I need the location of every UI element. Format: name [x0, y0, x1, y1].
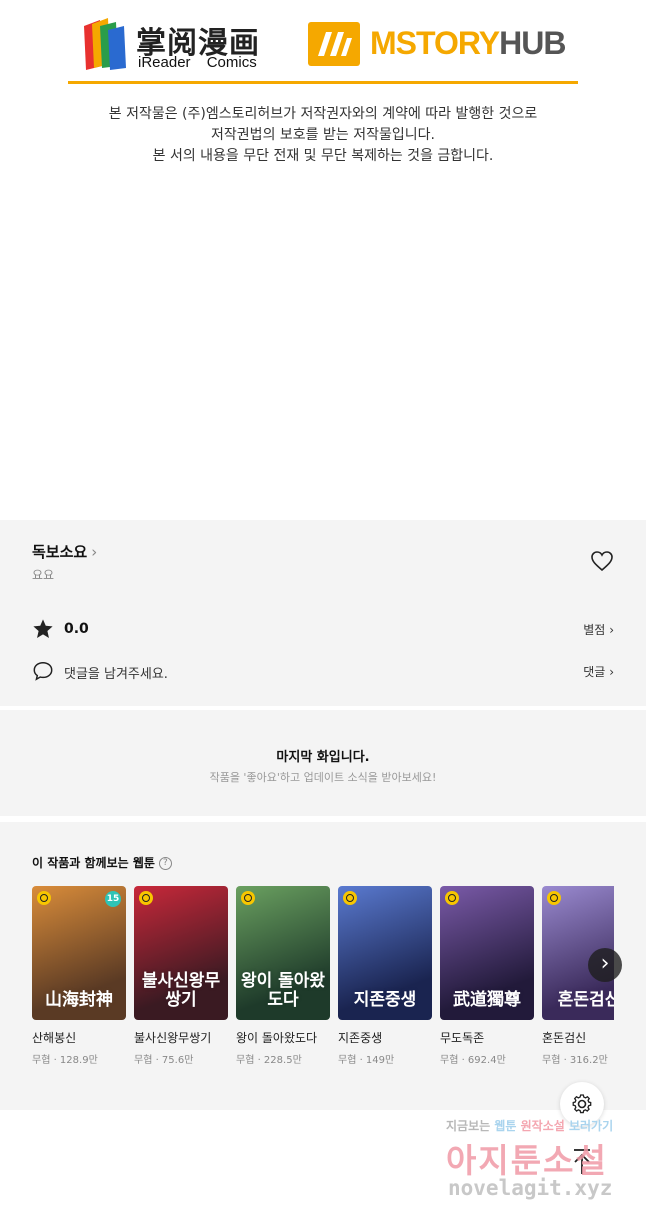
webtoon-title[interactable]: 무도독존	[440, 1029, 534, 1046]
chevron-right-icon: ›	[609, 665, 614, 679]
webtoon-meta: 무협 · 692.4만	[440, 1055, 506, 1066]
notice-line: 본 저작물은 (주)엠스토리허브가 저작권자와의 계약에 따라 발행한 것으로	[108, 106, 538, 122]
webtoon-cover[interactable]: 15 山海封神	[32, 886, 126, 1020]
rating-value: 0.0	[64, 621, 89, 637]
webtoon-card[interactable]: 불사신왕무쌍기 불사신왕무쌍기 무협 · 75.6만	[134, 886, 228, 1066]
carousel-next-button[interactable]: ›	[588, 948, 622, 982]
cover-title-art: 武道獨尊	[453, 990, 521, 1010]
wait-free-clock-icon	[445, 891, 459, 905]
webtoon-title[interactable]: 지존중생	[338, 1029, 432, 1046]
wait-free-clock-icon	[343, 891, 357, 905]
wait-free-clock-icon	[547, 891, 561, 905]
work-info-panel: 독보소요 › 요요 0.0 별점 › 댓글을 남겨주세요. 댓글 ›	[0, 520, 646, 706]
chevron-right-icon: ›	[609, 623, 614, 637]
webtoon-card[interactable]: 15 山海封神 산해봉신무협 · 128.9만	[32, 886, 126, 1066]
watermark-url: novelagit.xyz	[448, 1176, 613, 1200]
webtoon-card[interactable]: 武道獨尊 무도독존무협 · 692.4만	[440, 886, 534, 1066]
recommendation-heading: 이 작품과 함께보는 웹툰?	[32, 854, 172, 871]
cover-title-art: 혼돈검신	[557, 990, 614, 1010]
notice-line: 본 서의 내용을 무단 전재 및 무단 복제하는 것을 금합니다.	[152, 148, 494, 164]
mstoryhub-logo: MSTORYHUB	[308, 22, 578, 66]
cover-title-art: 지존중생	[353, 990, 417, 1010]
webtoon-cover[interactable]: 지존중생	[338, 886, 432, 1020]
webtoon-title[interactable]: 왕이 돌아왔도다	[236, 1029, 330, 1046]
webtoon-cover[interactable]: 왕이 돌아왔도다	[236, 886, 330, 1020]
cover-title-art: 왕이 돌아왔도다	[240, 971, 326, 1010]
mstory-text: MSTORY	[370, 25, 500, 61]
recommendation-carousel: 15 山海封神 산해봉신 무협 · 128.9만 불사신왕무쌍기 불사신왕무쌍기 무협 · …	[32, 886, 614, 1086]
rate-link[interactable]: 별점 ›	[583, 621, 614, 638]
webtoon-title[interactable]: 불사신왕무쌍기	[134, 1029, 228, 1046]
work-title-link[interactable]: 독보소요 ›	[32, 541, 97, 562]
copyright-notice: 본 저작물은 (주)엠스토리허브가 저작권자와의 계약에 따라 발행한 것으로 …	[0, 104, 646, 167]
notice-line: 저작권법의 보호를 받는 저작물입니다.	[211, 127, 435, 143]
watermark-caption-part: 원작소설	[520, 1119, 569, 1133]
watermark-caption-part: 지금보는	[446, 1119, 495, 1133]
webtoon-card[interactable]: 지존중생 지존중생 무협 · 149만	[338, 886, 432, 1066]
cover-title-art: 불사신왕무쌍기	[141, 971, 221, 1010]
help-icon[interactable]: ?	[158, 857, 172, 870]
watermark-caption-part: 보러가기	[568, 1119, 614, 1133]
hub-text: HUB	[499, 25, 566, 61]
recommendation-panel: 이 작품과 함께보는 웹툰? 15 山海封神 산해봉신무협 · 128.9만 불사신왕…	[0, 822, 646, 1110]
last-episode-subtitle: 작품을 '좋아요'하고 업데이트 소식을 받아보세요!	[209, 771, 437, 784]
comment-bubble-icon	[33, 662, 53, 681]
wait-free-clock-icon	[241, 891, 255, 905]
webtoon-card[interactable]: 왕이 돌아왔도다 왕이 돌아왔도다 무협 · 228.5만	[236, 886, 330, 1066]
work-title: 독보소요	[32, 543, 88, 561]
wait-free-clock-icon	[139, 891, 153, 905]
age-rating-badge: 15	[105, 891, 121, 907]
webtoon-meta: 무협 · 228.5만	[236, 1055, 302, 1066]
mstoryhub-wordmark: MSTORYHUB	[370, 25, 566, 62]
last-episode-panel: 마지막 화입니다. 작품을 '좋아요'하고 업데이트 소식을 받아보세요!	[0, 710, 646, 816]
ireader-logo: 掌阅漫画 iReader Comics	[80, 14, 280, 74]
chevron-right-icon: ›	[91, 543, 98, 561]
watermark-title: 아지툰소설	[446, 1141, 608, 1180]
comment-link-label: 댓글	[583, 665, 606, 679]
webtoon-meta: 무협 · 75.6만	[134, 1055, 194, 1066]
mstoryhub-icon	[308, 22, 360, 66]
heart-icon[interactable]	[590, 550, 614, 572]
work-author: 요요	[32, 568, 55, 582]
cover-title-art: 山海封神	[45, 990, 113, 1010]
webtoon-cover[interactable]: 武道獨尊	[440, 886, 534, 1020]
comment-prompt[interactable]: 댓글을 남겨주세요.	[64, 663, 168, 682]
webtoon-cover[interactable]: 불사신왕무쌍기	[134, 886, 228, 1020]
webtoon-title[interactable]: 혼돈검신	[542, 1029, 614, 1046]
webtoon-title[interactable]: 산해봉신	[32, 1029, 126, 1046]
webtoon-meta: 무협 · 149만	[338, 1055, 395, 1066]
last-episode-title: 마지막 화입니다.	[276, 750, 370, 765]
webtoon-meta: 무협 · 128.9만	[32, 1055, 98, 1066]
ireader-en-text: iReader Comics	[138, 54, 257, 71]
watermark-caption-part: 웹툰	[494, 1119, 521, 1133]
ireader-book-icon	[84, 18, 126, 70]
wait-free-clock-icon	[37, 891, 51, 905]
comment-row: 댓글을 남겨주세요. 댓글 ›	[32, 660, 614, 684]
rate-link-label: 별점	[583, 623, 606, 637]
copyright-banner: 掌阅漫画 iReader Comics MSTORYHUB 본 저작물은 (주)…	[0, 0, 646, 520]
banner-divider	[68, 81, 578, 84]
star-icon	[33, 619, 53, 638]
recommendation-heading-text: 이 작품과 함께보는 웹툰	[32, 856, 155, 870]
watermark-caption: 지금보는 웹툰 원작소설 보러가기	[446, 1117, 613, 1134]
webtoon-meta: 무협 · 316.2만	[542, 1055, 608, 1066]
comment-link[interactable]: 댓글 ›	[583, 663, 614, 680]
rating-row: 0.0 별점 ›	[32, 618, 614, 642]
